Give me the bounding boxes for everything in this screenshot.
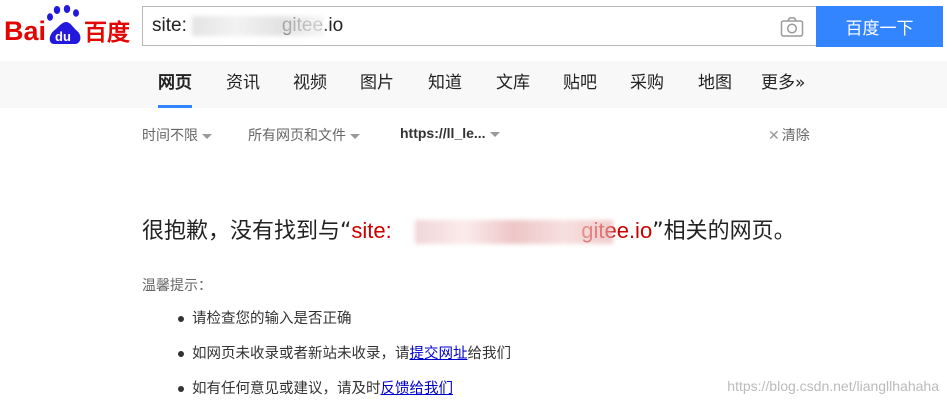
logo-text-du: du	[55, 29, 71, 44]
bullet-icon	[178, 316, 184, 322]
tab-bar: 网页 资讯 视频 图片 知道 文库 贴吧 采购 地图 更多»	[0, 61, 947, 108]
tip-text: 如网页未收录或者新站未收录，请	[192, 346, 410, 362]
tip-text: 如有任何意见或建议，请及时	[192, 381, 381, 397]
tab-map[interactable]: 地图	[698, 61, 732, 106]
close-icon: ✕	[768, 128, 780, 144]
tab-zhidao[interactable]: 知道	[428, 61, 462, 106]
search-button[interactable]: 百度一下	[816, 6, 943, 47]
tab-video[interactable]: 视频	[293, 61, 327, 106]
time-filter-label: 时间不限	[142, 128, 198, 144]
logo-text-bai: Bai	[4, 16, 46, 46]
tip-item: 如有任何意见或建议，请及时反馈给我们	[178, 378, 511, 413]
watermark: https://blog.csdn.net/liangllhahaha	[727, 378, 939, 394]
tips-list: 请检查您的输入是否正确 如网页未收录或者新站未收录，请提交网址给我们 如有任何意…	[178, 308, 511, 413]
tab-purchase[interactable]: 采购	[630, 61, 664, 106]
tab-more[interactable]: 更多»	[761, 61, 805, 106]
site-filter[interactable]: https://ll_le...	[400, 125, 500, 141]
no-results-message: 很抱歉，没有找到与“site: gitee.io”相关的网页。	[142, 213, 796, 245]
clear-filters-button[interactable]: ✕ 清除	[768, 125, 810, 145]
chevron-down-icon	[489, 131, 500, 137]
tab-tieba[interactable]: 贴吧	[563, 61, 597, 106]
tip-text: 请检查您的输入是否正确	[192, 311, 352, 327]
filetype-filter[interactable]: 所有网页和文件	[248, 125, 360, 145]
message-prefix: 很抱歉，没有找到与“	[142, 219, 352, 244]
paw-icon: du	[47, 5, 81, 44]
submit-url-link[interactable]: 提交网址	[410, 346, 468, 362]
chevron-down-icon	[350, 133, 360, 139]
header: Bai du 百度 百度一下	[0, 0, 947, 62]
feedback-link[interactable]: 反馈给我们	[381, 381, 454, 397]
camera-icon[interactable]	[780, 16, 804, 38]
tip-item: 请检查您的输入是否正确	[178, 308, 511, 343]
tab-images[interactable]: 图片	[360, 61, 394, 106]
tips-title: 温馨提示：	[142, 278, 212, 294]
tip-item: 如网页未收录或者新站未收录，请提交网址给我们	[178, 343, 511, 378]
message-suffix: ”相关的网页。	[652, 219, 796, 244]
site-filter-label: https://ll_le...	[400, 125, 486, 141]
tab-wenku[interactable]: 文库	[496, 61, 530, 106]
time-filter[interactable]: 时间不限	[142, 125, 212, 145]
filetype-filter-label: 所有网页和文件	[248, 128, 346, 144]
bullet-icon	[178, 386, 184, 392]
tab-web[interactable]: 网页	[158, 61, 192, 108]
tip-text-after: 给我们	[467, 346, 512, 362]
baidu-logo[interactable]: Bai du 百度	[4, 4, 134, 48]
bullet-icon	[178, 351, 184, 357]
tab-news[interactable]: 资讯	[226, 61, 260, 106]
query-text: site: gitee.io	[351, 218, 653, 243]
search-input[interactable]	[142, 6, 816, 46]
logo-text-baidu-cn: 百度	[84, 19, 131, 46]
clear-label: 清除	[781, 128, 810, 144]
chevron-down-icon	[202, 133, 212, 139]
